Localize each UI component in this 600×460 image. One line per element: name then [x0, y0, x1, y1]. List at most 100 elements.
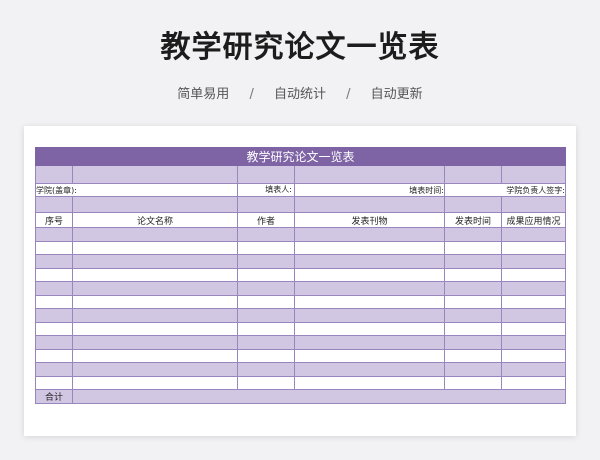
table-row: [35, 294, 566, 309]
table-cell[interactable]: [294, 281, 445, 296]
table-cell[interactable]: [294, 267, 445, 282]
table-cell[interactable]: [72, 308, 238, 323]
col-header-journal: 发表刊物: [294, 212, 445, 228]
table-cell[interactable]: [237, 267, 295, 282]
date-label: 填表时间:: [294, 183, 445, 197]
table-cell[interactable]: [35, 240, 73, 255]
table-cell[interactable]: [444, 267, 502, 282]
table-cell[interactable]: [72, 294, 238, 309]
table-cell[interactable]: [35, 321, 73, 336]
table-cell[interactable]: [444, 375, 502, 390]
table-cell[interactable]: [501, 227, 566, 242]
col-header-title: 论文名称: [72, 212, 238, 228]
col-header-author: 作者: [237, 212, 295, 228]
column-header-row: 序号 论文名称 作者 发表刊物 发表时间 成果应用情况: [35, 212, 566, 228]
col-header-application: 成果应用情况: [501, 212, 566, 228]
table-cell[interactable]: [237, 362, 295, 377]
table-cell[interactable]: [501, 348, 566, 363]
table-cell[interactable]: [35, 281, 73, 296]
table-cell[interactable]: [444, 254, 502, 269]
table-cell[interactable]: [35, 227, 73, 242]
table-row: [35, 254, 566, 269]
table-cell[interactable]: [72, 240, 238, 255]
table-cell[interactable]: [444, 240, 502, 255]
paper-table: 教学研究论文一览表 学院(盖章): 填表人: 填表时间: 学院负责人签字: 序号…: [35, 147, 566, 404]
table-cell[interactable]: [35, 375, 73, 390]
table-cell[interactable]: [294, 375, 445, 390]
table-cell[interactable]: [501, 335, 566, 350]
table-cell[interactable]: [237, 227, 295, 242]
table-cell[interactable]: [294, 227, 445, 242]
table-row: [35, 362, 566, 377]
table-cell[interactable]: [72, 321, 238, 336]
table-row: [35, 240, 566, 255]
table-cell[interactable]: [501, 254, 566, 269]
table-cell[interactable]: [72, 348, 238, 363]
table-row: [35, 281, 566, 296]
table-cell[interactable]: [444, 362, 502, 377]
table-cell[interactable]: [35, 267, 73, 282]
table-cell[interactable]: [501, 267, 566, 282]
table-cell[interactable]: [444, 281, 502, 296]
table-cell[interactable]: [294, 308, 445, 323]
table-cell[interactable]: [501, 240, 566, 255]
table-cell[interactable]: [237, 375, 295, 390]
table-cell[interactable]: [72, 227, 238, 242]
table-cell[interactable]: [35, 335, 73, 350]
table-cell[interactable]: [72, 335, 238, 350]
table-cell[interactable]: [294, 348, 445, 363]
table-cell[interactable]: [237, 335, 295, 350]
table-title-row: 教学研究论文一览表: [35, 147, 566, 166]
table-cell[interactable]: [72, 375, 238, 390]
table-cell[interactable]: [294, 240, 445, 255]
table-row: [35, 348, 566, 363]
table-cell[interactable]: [501, 308, 566, 323]
table-cell[interactable]: [501, 281, 566, 296]
table-cell[interactable]: [294, 254, 445, 269]
table-cell[interactable]: [237, 294, 295, 309]
table-cell[interactable]: [237, 308, 295, 323]
table-cell[interactable]: [35, 362, 73, 377]
table-body: [35, 227, 566, 390]
filler-label: 填表人:: [265, 185, 292, 194]
table-cell[interactable]: [72, 254, 238, 269]
table-cell[interactable]: [35, 254, 73, 269]
table-cell[interactable]: [237, 254, 295, 269]
info-row: 学院(盖章): 填表人: 填表时间: 学院负责人签字:: [35, 183, 566, 197]
table-cell[interactable]: [237, 281, 295, 296]
table-row: [35, 267, 566, 282]
table-cell[interactable]: [501, 321, 566, 336]
table-cell[interactable]: [501, 294, 566, 309]
table-cell[interactable]: [444, 227, 502, 242]
table-row: [35, 308, 566, 323]
table-cell[interactable]: [237, 240, 295, 255]
table-row: [35, 227, 566, 242]
table-cell[interactable]: [35, 348, 73, 363]
table-cell[interactable]: [294, 294, 445, 309]
table-cell[interactable]: [35, 294, 73, 309]
feature-easy: 简单易用: [177, 87, 230, 102]
table-row: [35, 321, 566, 336]
table-cell[interactable]: [501, 375, 566, 390]
table-cell[interactable]: [501, 362, 566, 377]
table-cell[interactable]: [444, 308, 502, 323]
responsible-label: 学院负责人签字:: [444, 183, 566, 197]
table-cell[interactable]: [294, 362, 445, 377]
spacer-row: [35, 165, 566, 184]
table-cell[interactable]: [72, 267, 238, 282]
table-row: [35, 375, 566, 390]
table-cell[interactable]: [444, 335, 502, 350]
table-cell[interactable]: [72, 362, 238, 377]
page-title: 教学研究论文一览表: [160, 30, 440, 65]
table-cell[interactable]: [35, 308, 73, 323]
table-cell[interactable]: [237, 321, 295, 336]
col-header-index: 序号: [35, 212, 73, 228]
table-cell[interactable]: [72, 281, 238, 296]
table-cell[interactable]: [444, 321, 502, 336]
table-cell[interactable]: [444, 348, 502, 363]
total-label: 合计: [35, 389, 73, 404]
table-cell[interactable]: [237, 348, 295, 363]
table-cell[interactable]: [294, 321, 445, 336]
table-cell[interactable]: [294, 335, 445, 350]
table-cell[interactable]: [444, 294, 502, 309]
